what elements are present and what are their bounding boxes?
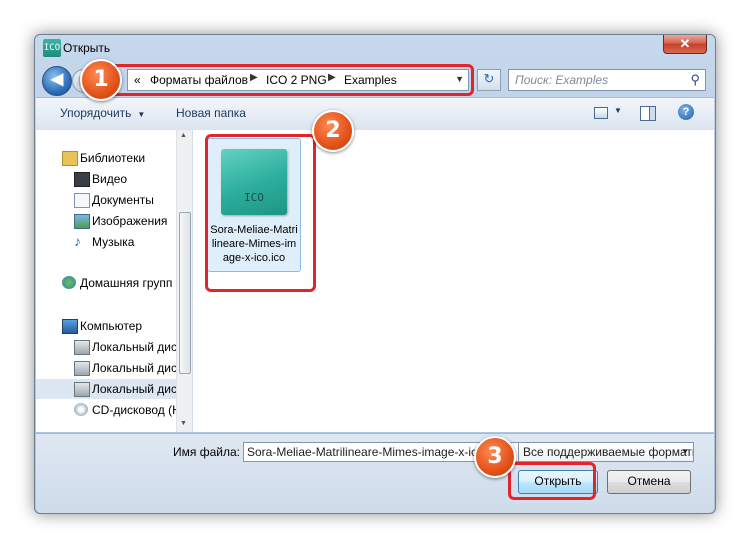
sidebar-item-label: CD-дисковод (H — [92, 403, 181, 417]
cancel-button[interactable]: Отмена — [607, 470, 691, 494]
scrollbar-thumb[interactable] — [179, 212, 191, 374]
sidebar-item-pictures[interactable]: Изображения — [74, 211, 177, 231]
sidebar-item-cd-drive[interactable]: CD-дисковод (H — [74, 400, 181, 420]
step-3-badge: 3 — [474, 436, 516, 478]
libraries-icon — [62, 151, 78, 166]
scroll-down-icon[interactable]: ▼ — [180, 420, 187, 427]
chevron-down-icon: ▼ — [681, 447, 689, 456]
filename-label: Имя файла: — [173, 445, 240, 459]
sidebar-item-label: Музыка — [92, 235, 135, 249]
file-type-select[interactable]: Все поддерживаемые форматы ▼ — [518, 442, 694, 462]
documents-icon — [74, 193, 90, 208]
sidebar-item-label: Локальный дис — [92, 361, 177, 375]
video-icon — [74, 172, 90, 187]
title-bar[interactable]: ICO Открыть ✕ — [35, 35, 715, 63]
organize-label: Упорядочить — [60, 106, 132, 120]
navigation-pane: Библиотеки Видео Документы Изображения ♪… — [36, 130, 193, 432]
pictures-icon — [74, 214, 90, 229]
homegroup-icon — [62, 276, 76, 289]
local-disk-icon — [74, 340, 90, 355]
file-type-value: Все поддерживаемые форматы — [523, 445, 694, 459]
sidebar-item-local-disk-selected[interactable]: Локальный дис — [36, 379, 177, 399]
preview-pane-icon[interactable] — [640, 106, 656, 121]
sidebar-item-local-disk[interactable]: Локальный дис — [74, 337, 177, 357]
organize-button[interactable]: Упорядочить ▼ — [60, 106, 145, 120]
sidebar-item-label: Компьютер — [80, 319, 143, 333]
new-folder-button[interactable]: Новая папка — [176, 106, 246, 120]
search-placeholder: Поиск: Examples — [515, 73, 609, 87]
sidebar-item-label: Локальный дис — [92, 382, 177, 396]
sidebar-item-video[interactable]: Видео — [74, 169, 177, 189]
step-1-badge: 1 — [80, 59, 122, 101]
sidebar-item-computer[interactable]: Компьютер — [62, 316, 177, 336]
app-icon: ICO — [43, 39, 61, 57]
view-options-chevron-icon[interactable]: ▼ — [614, 106, 622, 115]
back-button[interactable]: ◀ — [42, 66, 72, 96]
sidebar-item-music[interactable]: ♪ Музыка — [74, 232, 177, 252]
music-icon: ♪ — [74, 233, 81, 249]
chevron-down-icon: ▼ — [137, 110, 146, 119]
open-file-dialog: ICO Открыть ✕ ◀ ▶ « Форматы файлов ▶ ICO… — [34, 34, 716, 514]
open-button-highlight — [508, 462, 596, 500]
change-view-icon[interactable] — [594, 107, 608, 119]
command-bar: Упорядочить ▼ Новая папка ▼ ? — [36, 97, 714, 131]
scroll-up-icon[interactable]: ▲ — [180, 132, 187, 139]
file-highlight — [205, 134, 316, 292]
address-highlight — [86, 64, 474, 96]
local-disk-icon — [74, 361, 90, 376]
sidebar-item-label: Библиотеки — [80, 151, 146, 165]
sidebar-item-documents[interactable]: Документы — [74, 190, 177, 210]
sidebar-item-homegroup[interactable]: Домашняя групп — [62, 273, 177, 293]
local-disk-icon — [74, 382, 90, 397]
sidebar-item-label: Видео — [92, 172, 128, 186]
sidebar-scrollbar[interactable]: ▲ ▼ — [176, 130, 192, 432]
sidebar-item-label: Документы — [92, 193, 154, 207]
step-2-badge: 2 — [312, 110, 354, 152]
sidebar-item-local-disk[interactable]: Локальный дис — [74, 358, 177, 378]
dialog-footer: Имя файла: Sora-Meliae-Matrilineare-Mime… — [36, 433, 714, 513]
sidebar-item-label: Домашняя групп — [80, 276, 173, 290]
close-button[interactable]: ✕ — [663, 35, 707, 54]
search-icon[interactable]: ⚲ — [690, 72, 700, 88]
help-icon[interactable]: ? — [678, 104, 694, 120]
window-title: Открыть — [63, 41, 111, 55]
sidebar-item-label: Локальный дис — [92, 340, 177, 354]
computer-icon — [62, 319, 78, 334]
search-input[interactable]: Поиск: Examples ⚲ — [508, 69, 706, 91]
refresh-button[interactable]: ↻ — [477, 69, 501, 91]
sidebar-item-libraries[interactable]: Библиотеки — [62, 148, 177, 168]
cd-drive-icon — [74, 403, 88, 416]
sidebar-item-label: Изображения — [92, 214, 168, 228]
